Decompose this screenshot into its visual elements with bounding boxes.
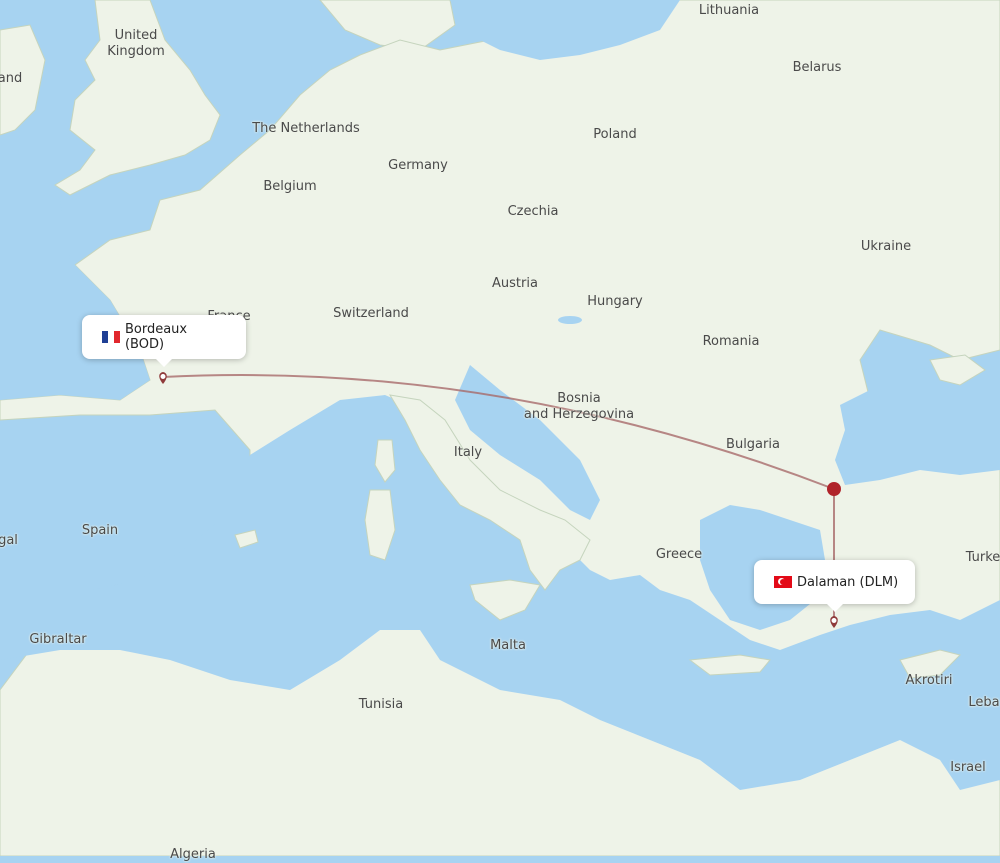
label-romania: Romania	[702, 334, 760, 349]
destination-callout[interactable]: Dalaman (DLM)	[754, 560, 915, 612]
label-bosnia: Bosnia and Herzegovina	[523, 391, 635, 422]
label-united-kingdom: United Kingdom	[107, 28, 165, 59]
label-bulgaria: Bulgaria	[726, 437, 780, 452]
origin-label: Bordeaux (BOD)	[124, 322, 188, 352]
flag-tr-icon	[774, 576, 792, 588]
label-poland: Poland	[593, 127, 637, 142]
label-netherlands: The Netherlands	[252, 121, 360, 136]
label-spain: Spain	[81, 523, 119, 538]
label-greece: Greece	[655, 547, 703, 562]
label-malta: Malta	[490, 638, 526, 653]
label-hungary: Hungary	[587, 294, 643, 309]
origin-callout[interactable]: Bordeaux (BOD)	[82, 315, 246, 367]
label-belgium: Belgium	[263, 179, 317, 194]
lake	[558, 316, 582, 324]
label-israel: Israel	[950, 760, 986, 775]
label-switzerland: Switzerland	[333, 306, 409, 321]
label-lebanon: Leba	[968, 695, 1000, 710]
label-belarus: Belarus	[792, 60, 842, 75]
label-akrotiri: Akrotiri	[905, 673, 953, 688]
map-canvas[interactable]	[0, 0, 1000, 856]
flag-fr-icon	[102, 331, 120, 343]
label-czechia: Czechia	[507, 204, 559, 219]
label-austria: Austria	[492, 276, 538, 291]
label-lithuania: Lithuania	[698, 3, 760, 18]
label-tunisia: Tunisia	[358, 697, 404, 712]
label-germany: Germany	[388, 158, 448, 173]
hub-dot[interactable]	[827, 482, 841, 496]
label-italy: Italy	[453, 445, 483, 460]
destination-label: Dalaman (DLM)	[797, 574, 899, 590]
label-algeria: Algeria	[170, 847, 216, 862]
label-ukraine: Ukraine	[860, 239, 912, 254]
label-gibraltar: Gibraltar	[29, 632, 87, 647]
label-portugal: gal	[0, 533, 18, 548]
label-turkey: Turke	[965, 550, 1000, 565]
label-ireland: and	[0, 71, 23, 86]
